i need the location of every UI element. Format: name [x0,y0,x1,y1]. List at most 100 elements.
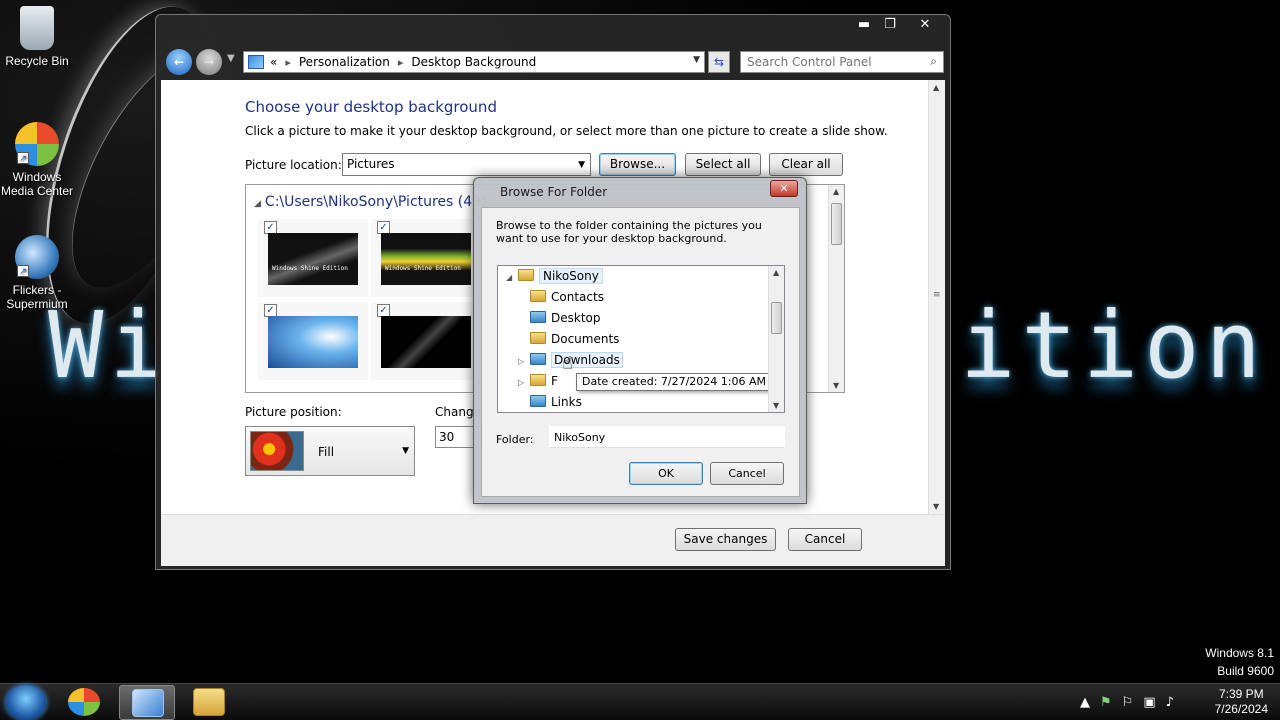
desktop-icon-windows-media-center[interactable]: ↗ Windows Media Center [0,122,77,198]
collapsed-arrow-icon[interactable]: ▷ [518,373,530,393]
monitor-icon[interactable]: ▣ [1143,695,1155,710]
gallery-group-header[interactable]: ◢ C:\Users\NikoSony\Pictures (49) [254,194,487,210]
os-watermark: Windows 8.1 Build 9600 [1205,644,1274,680]
breadcrumb-desktop-background[interactable]: Desktop Background [411,55,536,69]
dialog-cancel-button[interactable]: Cancel [710,462,784,485]
scroll-down-icon[interactable]: ▼ [833,381,839,390]
tree-item-links[interactable]: Links [518,392,582,412]
dialog-description: Browse to the folder containing the pict… [496,219,762,245]
search-icon: ⌕ [930,54,937,68]
start-orb-icon[interactable] [6,685,46,720]
wallpaper-thumbnail[interactable]: ✓ Windows Shine Edition [258,219,368,297]
search-input[interactable] [741,52,917,72]
dialog-close-button[interactable]: ✕ [770,180,798,197]
browse-button[interactable]: Browse... [599,153,676,176]
address-dropdown-icon[interactable]: ▼ [693,55,700,65]
breadcrumb-overflow[interactable]: « [270,55,277,69]
dialog-body: Browse to the folder containing the pict… [481,207,800,497]
desktop-icon-supermium[interactable]: ↗ Flickers - Supermium [0,235,77,311]
close-button[interactable]: ✕ [910,15,940,35]
navigation-bar: ← → ▼ « ▸ Personalization ▸ Desktop Back… [156,47,952,77]
forward-arrow-icon: → [203,55,215,69]
wallpaper-thumbnail[interactable]: ✓ [371,302,481,380]
footer-bar: Save changes Cancel [161,514,945,566]
tree-item-documents[interactable]: Documents [518,329,619,349]
wallpaper-thumbnail[interactable]: ✓ [258,302,368,380]
address-bar[interactable]: « ▸ Personalization ▸ Desktop Background… [243,51,705,73]
windows-media-center-taskbar-button[interactable] [56,685,112,720]
gallery-scrollbar[interactable]: ▲ ▼ [828,185,844,392]
scroll-up-icon[interactable]: ▲ [933,83,939,92]
tree-item-nikosony[interactable]: ◢ NikoSony [506,266,603,286]
page-description: Click a picture to make it your desktop … [245,124,888,138]
picture-position-label: Picture position: [245,405,342,419]
desktop-folder-icon [530,311,546,323]
tree-item-favorites[interactable]: ▷ F [518,371,558,391]
back-arrow-icon: ← [173,55,185,69]
picture-position-select[interactable]: Fill ▼ [245,426,415,476]
breadcrumb-separator-icon: ▸ [285,55,291,69]
tree-item-desktop[interactable]: Desktop [518,308,601,328]
collapsed-arrow-icon[interactable]: ▷ [518,352,530,372]
os-name: Windows 8.1 [1205,646,1274,660]
links-folder-icon [530,395,546,407]
folder-label: Folder: [496,433,534,446]
picture-position-value: Fill [318,445,335,459]
desktop-icon-recycle-bin[interactable]: Recycle Bin [0,6,77,68]
file-explorer-taskbar-button[interactable] [181,685,237,720]
refresh-icon: ⇆ [713,55,725,69]
clear-all-button[interactable]: Clear all [769,153,843,176]
folder-field[interactable] [549,426,785,448]
save-changes-button[interactable]: Save changes [675,528,776,551]
network-icon[interactable]: ⚑ [1100,695,1112,710]
scroll-down-icon[interactable]: ▼ [773,401,779,410]
desktop-icon-label: Flickers - Supermium [6,283,68,311]
scroll-up-icon[interactable]: ▲ [833,187,839,196]
desktop-icon-label: Recycle Bin [5,54,69,68]
taskbar: ▲ ⚑ ⚐ ▣ ♪ 7:39 PM 7/26/2024 [0,683,1280,720]
scroll-down-icon[interactable]: ▼ [933,502,939,511]
collapse-icon: ◢ [254,199,261,209]
back-button[interactable]: ← [166,49,192,75]
forward-button[interactable]: → [196,49,222,75]
breadcrumb-personalization[interactable]: Personalization [299,55,390,69]
scrollbar-thumb[interactable] [831,203,842,245]
thumbnail-image [268,233,358,285]
maximize-button[interactable]: ❐ [878,15,902,35]
picture-location-select[interactable]: Pictures ▼ [342,153,591,176]
dialog-title: Browse For Folder [500,185,608,199]
ok-button[interactable]: OK [629,462,703,485]
clock[interactable]: 7:39 PM 7/26/2024 [1215,687,1268,717]
control-panel-taskbar-icon [132,689,164,717]
tree-item-label: Documents [551,332,620,346]
picture-location-label: Picture location: [245,158,342,172]
recent-pages-dropdown[interactable]: ▼ [227,53,235,64]
control-panel-taskbar-button[interactable] [119,685,175,720]
documents-folder-icon [530,332,546,344]
scroll-up-icon[interactable]: ▲ [773,268,779,277]
show-hidden-icons-icon[interactable]: ▲ [1080,695,1090,710]
scrollbar-thumb[interactable] [771,302,782,334]
thumbnail-image [381,316,471,368]
wallpaper-thumbnail[interactable]: ✓ Windows Shine Edition [371,219,481,297]
page-scrollbar[interactable]: ▲ ≡ ▼ [928,80,945,514]
clock-time: 7:39 PM [1218,687,1264,701]
tree-item-contacts[interactable]: Contacts [518,287,604,307]
thumbnail-caption: Windows Shine Edition [272,265,348,272]
expanded-arrow-icon[interactable]: ◢ [506,268,518,288]
scrollbar-grip-icon[interactable]: ≡ [933,290,941,300]
cancel-button[interactable]: Cancel [788,528,862,551]
wallpaper-text-right: ition [960,292,1267,399]
tree-scrollbar[interactable]: ▲ ▼ [768,266,784,412]
minimize-button[interactable]: ▬ [852,15,876,35]
thumbnail-caption: Windows Shine Edition [385,265,461,272]
chevron-down-icon: ▼ [402,446,409,456]
search-box[interactable]: ⌕ [740,51,944,73]
user-folder-icon [518,269,534,281]
windows-media-center-taskbar-icon [68,688,100,716]
action-center-icon[interactable]: ⚐ [1122,695,1134,710]
refresh-button[interactable]: ⇆ [708,51,730,73]
volume-icon[interactable]: ♪ [1166,695,1174,710]
media-center-icon: ↗ [15,122,59,166]
select-all-button[interactable]: Select all [685,153,761,176]
